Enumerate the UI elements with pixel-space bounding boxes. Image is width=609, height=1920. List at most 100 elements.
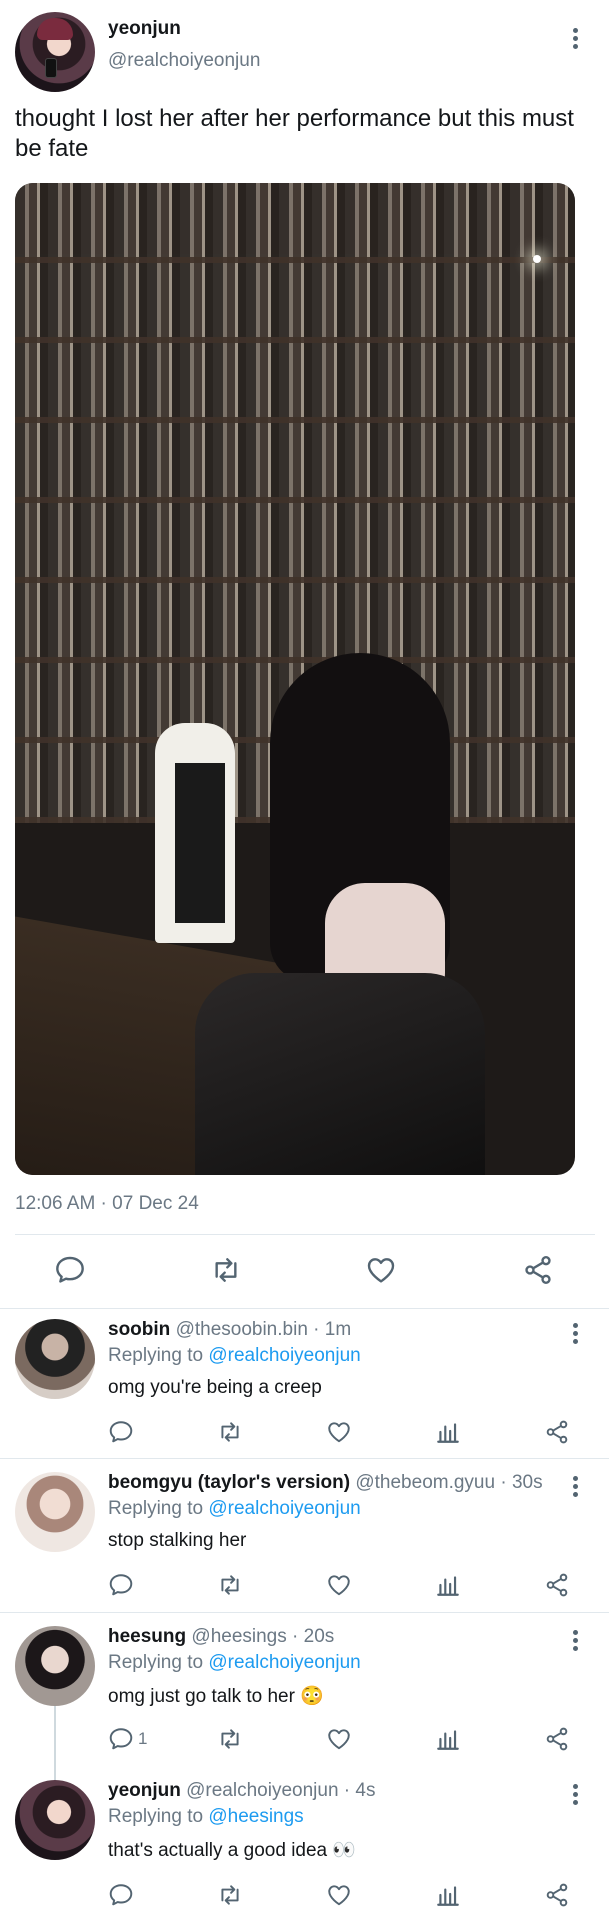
mention-link[interactable]: @realchoiyeonjun (208, 1345, 360, 1366)
reply-text: omg just go talk to her 😳 (108, 1686, 324, 1707)
more-vertical-icon[interactable] (571, 1321, 579, 1345)
replying-to: Replying to @heesings (108, 1806, 304, 1828)
handle-time[interactable]: @thesoobin.bin · 1m (176, 1319, 352, 1340)
reply-header: yeonjun @realchoiyeonjun · 4s (108, 1780, 375, 1802)
heart-icon (326, 1726, 352, 1752)
replying-prefix: Replying to (108, 1652, 209, 1673)
avatar[interactable] (15, 1780, 95, 1860)
photo-lamp (533, 255, 541, 263)
like-button[interactable] (326, 1572, 352, 1598)
more-vertical-icon[interactable] (571, 1782, 579, 1806)
share-button[interactable] (544, 1726, 570, 1752)
reply-button[interactable] (108, 1882, 134, 1908)
display-name[interactable]: yeonjun (108, 1780, 181, 1801)
retweet-icon (209, 1254, 243, 1286)
share-button[interactable] (522, 1254, 554, 1286)
replying-prefix: Replying to (108, 1345, 209, 1366)
reply-text: that's actually a good idea 👀 (108, 1840, 357, 1861)
handle-time[interactable]: @realchoiyeonjun · 4s (186, 1780, 375, 1801)
mention-link[interactable]: @realchoiyeonjun (208, 1652, 360, 1673)
reply-header: heesung @heesings · 20s (108, 1626, 334, 1648)
reply-icon (108, 1419, 134, 1445)
share-button[interactable] (544, 1419, 570, 1445)
like-button[interactable] (326, 1882, 352, 1908)
tweet-photo[interactable] (15, 183, 575, 1175)
reply-tweet[interactable]: heesung @heesings · 20s Replying to @rea… (0, 1616, 609, 1770)
reply-button[interactable] (54, 1254, 86, 1286)
divider (15, 1234, 595, 1235)
reply-count: 1 (138, 1729, 148, 1748)
reply-icon (108, 1882, 134, 1908)
retweet-button[interactable] (216, 1419, 244, 1445)
replying-prefix: Replying to (108, 1498, 209, 1519)
like-button[interactable] (326, 1726, 352, 1752)
share-icon (544, 1419, 570, 1445)
divider (0, 1458, 609, 1459)
share-icon (544, 1882, 570, 1908)
retweet-icon (216, 1419, 244, 1445)
retweet-button[interactable] (209, 1254, 243, 1286)
share-icon (544, 1726, 570, 1752)
analytics-button[interactable] (435, 1882, 461, 1908)
photo-dress (195, 973, 485, 1175)
handle-time[interactable]: @thebeom.gyuu · 30s (355, 1472, 542, 1493)
analytics-icon (435, 1419, 461, 1445)
reply-header: beomgyu (taylor's version) @thebeom.gyuu… (108, 1472, 543, 1494)
like-button[interactable] (326, 1419, 352, 1445)
avatar-hair (37, 18, 73, 40)
reply-icon (108, 1726, 134, 1752)
avatar[interactable] (15, 1319, 95, 1399)
replying-to: Replying to @realchoiyeonjun (108, 1345, 361, 1367)
reply-tweet[interactable]: beomgyu (taylor's version) @thebeom.gyuu… (0, 1462, 609, 1616)
reply-text: omg you're being a creep (108, 1377, 322, 1398)
retweet-button[interactable] (216, 1726, 244, 1752)
more-vertical-icon[interactable] (571, 1628, 579, 1652)
display-name[interactable]: beomgyu (taylor's version) (108, 1472, 350, 1493)
share-icon (522, 1254, 554, 1286)
retweet-button[interactable] (216, 1572, 244, 1598)
replying-to: Replying to @realchoiyeonjun (108, 1652, 361, 1674)
reply-header: soobin @thesoobin.bin · 1m (108, 1319, 351, 1341)
analytics-button[interactable] (435, 1726, 461, 1752)
reply-tweet[interactable]: soobin @thesoobin.bin · 1m Replying to @… (0, 1309, 609, 1463)
analytics-icon (435, 1726, 461, 1752)
replying-to: Replying to @realchoiyeonjun (108, 1498, 361, 1520)
heart-icon (326, 1882, 352, 1908)
heart-icon (326, 1572, 352, 1598)
share-button[interactable] (544, 1572, 570, 1598)
retweet-icon (216, 1882, 244, 1908)
analytics-icon (435, 1572, 461, 1598)
tweet-timestamp: 12:06 AM · 07 Dec 24 (15, 1193, 199, 1214)
reply-button[interactable]: 1 (108, 1726, 147, 1752)
replying-prefix: Replying to (108, 1806, 209, 1827)
analytics-button[interactable] (435, 1572, 461, 1598)
mention-link[interactable]: @heesings (208, 1806, 303, 1827)
share-button[interactable] (544, 1882, 570, 1908)
avatar[interactable] (15, 1472, 95, 1552)
more-vertical-icon[interactable] (571, 26, 579, 50)
display-name[interactable]: yeonjun (108, 18, 181, 40)
reply-text: stop stalking her (108, 1530, 247, 1551)
more-vertical-icon[interactable] (571, 1474, 579, 1498)
like-button[interactable] (365, 1254, 397, 1286)
heart-icon (365, 1254, 397, 1286)
reply-button[interactable] (108, 1419, 134, 1445)
avatar-phone (45, 58, 57, 78)
tweet-text: thought I lost her after her performance… (15, 105, 574, 162)
retweet-icon (216, 1726, 244, 1752)
divider (0, 1612, 609, 1613)
avatar[interactable] (15, 1626, 95, 1706)
mention-link[interactable]: @realchoiyeonjun (208, 1498, 360, 1519)
analytics-icon (435, 1882, 461, 1908)
display-name[interactable]: soobin (108, 1319, 170, 1340)
main-tweet: yeonjun @realchoiyeonjun thought I lost … (0, 0, 609, 1308)
handle-time[interactable]: @heesings · 20s (191, 1626, 334, 1647)
reply-tweet[interactable]: yeonjun @realchoiyeonjun · 4s Replying t… (0, 1770, 609, 1920)
handle[interactable]: @realchoiyeonjun (108, 50, 260, 72)
retweet-button[interactable] (216, 1882, 244, 1908)
display-name[interactable]: heesung (108, 1626, 186, 1647)
avatar[interactable] (15, 12, 95, 92)
reply-icon (108, 1572, 134, 1598)
reply-button[interactable] (108, 1572, 134, 1598)
analytics-button[interactable] (435, 1419, 461, 1445)
